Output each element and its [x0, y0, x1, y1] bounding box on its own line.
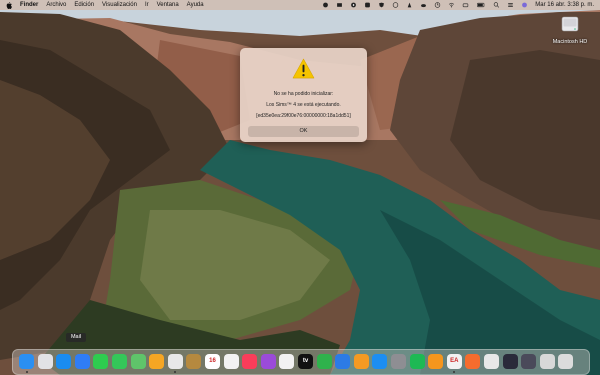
dock-item-facetime-icon[interactable] — [93, 354, 109, 369]
dock-item-tv-icon[interactable]: tv — [298, 354, 313, 369]
warning-icon — [292, 58, 315, 79]
app-icon[interactable] — [364, 2, 371, 8]
menu-archivo[interactable]: Archivo — [46, 2, 66, 8]
dock-item-contacts-icon[interactable] — [186, 354, 202, 369]
desktop-drive-macintosh-hd[interactable]: Macintosh HD — [550, 14, 590, 45]
dock-item-ea-icon[interactable]: EA — [446, 354, 462, 369]
dock-item-mail-icon[interactable] — [74, 354, 90, 369]
dock: 16 tv EA — [12, 349, 590, 375]
drive-label: Macintosh HD — [552, 39, 588, 45]
dock-item-app-store-icon[interactable] — [372, 354, 388, 369]
alert-message: Los Sims™ 4 se está ejecutando. — [266, 102, 341, 108]
menu-ayuda[interactable]: Ayuda — [187, 2, 204, 8]
shield-icon[interactable] — [378, 2, 385, 8]
dock-item-keynote-icon[interactable] — [335, 354, 351, 369]
dock-item-pages-icon[interactable] — [353, 354, 369, 369]
dock-item-finder-icon[interactable] — [19, 354, 34, 369]
dock-item-notes-icon[interactable] — [279, 354, 295, 369]
adobe-icon[interactable] — [406, 2, 413, 8]
wifi-icon[interactable] — [448, 2, 455, 8]
menu-ventana[interactable]: Ventana — [157, 2, 179, 8]
alert-title: No se ha podido inicializar: — [273, 91, 334, 97]
dock-item-spotify-icon[interactable] — [409, 354, 425, 369]
battery-icon[interactable] — [476, 2, 486, 8]
dock-item-vectorworks-icon[interactable] — [484, 354, 499, 369]
dock-item-origin-icon[interactable] — [465, 354, 481, 369]
menu-clock[interactable]: Mar 16 abr. 3:38 p. m. — [535, 2, 594, 8]
cloud-icon[interactable] — [420, 2, 427, 8]
keyboard-icon[interactable] — [462, 2, 469, 8]
alert-error-code: [ed35e0ea:29f00e76:00000000:18a1dd51] — [256, 113, 351, 119]
running-indicator — [453, 371, 456, 373]
search-icon[interactable] — [493, 2, 500, 8]
dock-item-books-icon[interactable] — [428, 354, 444, 369]
dock-item-numbers-icon[interactable] — [316, 354, 332, 369]
play-icon[interactable] — [350, 2, 357, 8]
ok-button[interactable]: OK — [248, 126, 359, 137]
dock-item-chrome-icon[interactable] — [167, 354, 183, 369]
dock-item-photos-icon[interactable] — [149, 354, 165, 369]
alert-dialog: No se ha podido inicializar: Los Sims™ 4… — [240, 48, 367, 142]
dock-item-screen-icon[interactable] — [502, 354, 518, 369]
siri-icon[interactable] — [521, 2, 528, 8]
menu-ir[interactable]: Ir — [145, 2, 149, 8]
dock-item-calendar-icon[interactable]: 16 — [205, 354, 220, 369]
running-indicator — [174, 371, 177, 373]
dock-item-safari-icon[interactable] — [56, 354, 72, 369]
dock-item-reminders-icon[interactable] — [223, 354, 239, 369]
media-icon[interactable] — [336, 2, 343, 8]
dock-item-system-preferences-icon[interactable] — [391, 354, 406, 369]
dock-item-podcasts-icon[interactable] — [260, 354, 276, 369]
dock-tooltip: Mail — [66, 333, 86, 342]
menu-bar: Finder Archivo Edición Visualización Ir … — [0, 0, 600, 10]
apple-menu-icon[interactable] — [6, 1, 12, 9]
dock-item-launchpad-icon[interactable] — [37, 354, 53, 369]
dock-item-trash-icon[interactable] — [558, 354, 574, 369]
dock-item-folder-icon[interactable] — [521, 354, 537, 369]
menu-app-name[interactable]: Finder — [20, 2, 38, 8]
control-center-icon[interactable] — [507, 2, 514, 8]
antivirus-icon[interactable] — [392, 2, 399, 8]
record-icon[interactable] — [322, 2, 329, 8]
dock-item-messages-icon[interactable] — [112, 354, 127, 369]
running-indicator — [25, 371, 28, 373]
timemachine-icon[interactable] — [434, 2, 441, 8]
dock-item-maps-icon[interactable] — [130, 354, 146, 369]
menu-edicion[interactable]: Edición — [74, 2, 94, 8]
dock-item-music-icon[interactable] — [242, 354, 258, 369]
hard-drive-icon — [561, 16, 579, 32]
menu-visualizacion[interactable]: Visualización — [102, 2, 137, 8]
dock-item-folder2-icon[interactable] — [539, 354, 555, 369]
status-area: Mar 16 abr. 3:38 p. m. — [322, 0, 594, 10]
